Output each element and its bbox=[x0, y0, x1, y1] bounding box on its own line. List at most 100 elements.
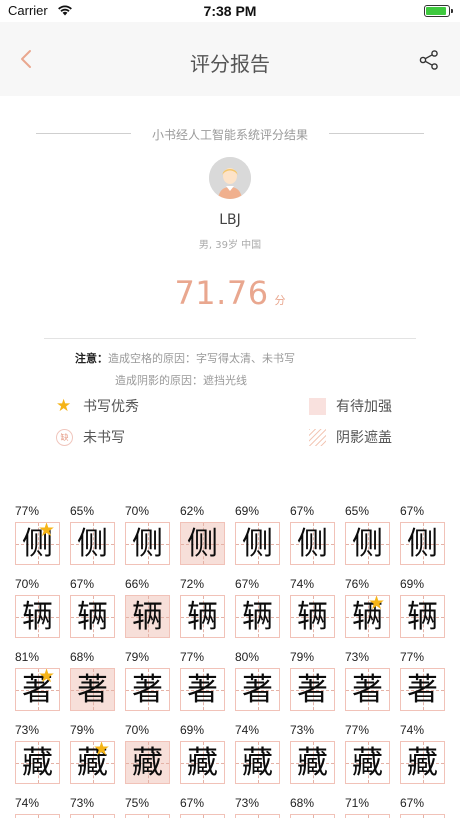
char-cell[interactable]: 67% 侧 bbox=[400, 504, 445, 565]
char-cell[interactable]: 66% 辆 bbox=[125, 577, 170, 638]
char-cell[interactable]: 73% 著 bbox=[345, 650, 390, 711]
report-subtitle-row: 小书经人工智能系统评分结果 bbox=[36, 126, 424, 142]
legend-missing-label: 未书写 bbox=[83, 430, 125, 446]
char-score: 74% bbox=[15, 796, 40, 810]
char-box: 藏 bbox=[345, 741, 390, 784]
char-box bbox=[345, 814, 390, 818]
char-box: 辆 bbox=[235, 595, 280, 638]
char-cell[interactable]: 69% 藏 bbox=[180, 723, 225, 784]
char-cell[interactable]: 81% 著 ★ bbox=[15, 650, 60, 711]
char-score: 73% bbox=[235, 796, 260, 810]
char-cell[interactable]: 79% 藏 ★ bbox=[70, 723, 115, 784]
handwritten-character: 藏 bbox=[297, 745, 328, 781]
char-box: 藏 ★ bbox=[70, 741, 115, 784]
handwritten-character: 著 bbox=[77, 672, 108, 708]
char-cell[interactable]: 65% 侧 bbox=[70, 504, 115, 565]
char-cell[interactable]: 65% 侧 bbox=[345, 504, 390, 565]
char-cell[interactable]: 70% 辆 bbox=[15, 577, 60, 638]
char-cell[interactable]: 67% 辆 bbox=[235, 577, 280, 638]
char-cell[interactable]: 80% 著 bbox=[235, 650, 280, 711]
char-cell[interactable]: 74% 藏 bbox=[235, 723, 280, 784]
char-cell[interactable]: 69% 辆 bbox=[400, 577, 445, 638]
share-icon[interactable] bbox=[418, 49, 440, 71]
char-score: 69% bbox=[235, 504, 260, 518]
char-cell[interactable]: 73% bbox=[70, 796, 115, 818]
char-box: 侧 bbox=[290, 522, 335, 565]
star-icon: ★ bbox=[92, 741, 110, 760]
user-meta: 男, 39岁 中国 bbox=[198, 240, 262, 251]
handwritten-character: 侧 bbox=[352, 526, 383, 562]
char-cell[interactable]: 71% bbox=[345, 796, 390, 818]
char-cell[interactable]: 74% 辆 bbox=[290, 577, 335, 638]
handwritten-character: 藏 bbox=[22, 745, 53, 781]
handwritten-character: 侧 bbox=[242, 526, 273, 562]
char-cell[interactable]: 73% bbox=[235, 796, 280, 818]
char-cell[interactable]: 79% 著 bbox=[290, 650, 335, 711]
char-cell[interactable]: 75% bbox=[125, 796, 170, 818]
char-score: 66% bbox=[125, 577, 150, 591]
user-name: LBJ bbox=[219, 212, 241, 228]
star-icon: ★ bbox=[56, 395, 72, 416]
char-score: 75% bbox=[125, 796, 150, 810]
char-cell[interactable]: 69% 侧 bbox=[235, 504, 280, 565]
char-cell[interactable]: 77% 藏 bbox=[345, 723, 390, 784]
char-score: 70% bbox=[125, 723, 150, 737]
star-icon: ★ bbox=[37, 668, 55, 687]
char-cell[interactable]: 79% 著 bbox=[125, 650, 170, 711]
char-cell[interactable]: 70% 藏 bbox=[125, 723, 170, 784]
char-cell[interactable]: 67% 侧 bbox=[290, 504, 335, 565]
char-box: 藏 bbox=[400, 741, 445, 784]
char-cell[interactable]: 76% 辆 ★ bbox=[345, 577, 390, 638]
char-cell[interactable]: 73% 藏 bbox=[15, 723, 60, 784]
handwritten-character: 侧 bbox=[297, 526, 328, 562]
char-score: 73% bbox=[345, 650, 370, 664]
char-box: 著 ★ bbox=[15, 668, 60, 711]
shadow-hatch-icon bbox=[309, 428, 326, 446]
legend-needs-improve-label: 有待加强 bbox=[336, 399, 392, 415]
char-score: 67% bbox=[70, 577, 95, 591]
char-cell[interactable]: 77% 著 bbox=[400, 650, 445, 711]
handwritten-character: 辆 bbox=[77, 599, 108, 635]
char-cell[interactable]: 68% bbox=[290, 796, 335, 818]
char-cell[interactable]: 62% 侧 bbox=[180, 504, 225, 565]
legend-shadow-label: 阴影遮盖 bbox=[336, 430, 392, 446]
char-box bbox=[180, 814, 225, 818]
char-score: 65% bbox=[70, 504, 95, 518]
char-cell[interactable]: 67% bbox=[400, 796, 445, 818]
char-score: 73% bbox=[290, 723, 315, 737]
char-score: 74% bbox=[400, 723, 425, 737]
note-label: 注意： bbox=[75, 352, 108, 365]
char-score: 67% bbox=[180, 796, 205, 810]
char-cell[interactable]: 77% 著 bbox=[180, 650, 225, 711]
char-box: 辆 bbox=[400, 595, 445, 638]
char-box: 著 bbox=[290, 668, 335, 711]
char-box: 藏 bbox=[15, 741, 60, 784]
handwritten-character: 藏 bbox=[132, 745, 163, 781]
char-cell[interactable]: 72% 辆 bbox=[180, 577, 225, 638]
page-title: 评分报告 bbox=[190, 52, 270, 76]
char-box: 辆 bbox=[70, 595, 115, 638]
char-cell[interactable]: 74% bbox=[15, 796, 60, 818]
char-cell[interactable]: 68% 著 bbox=[70, 650, 115, 711]
char-score: 69% bbox=[180, 723, 205, 737]
char-cell[interactable]: 67% bbox=[180, 796, 225, 818]
char-score: 77% bbox=[400, 650, 425, 664]
char-box: 著 bbox=[235, 668, 280, 711]
char-score: 73% bbox=[70, 796, 95, 810]
char-cell[interactable]: 70% 侧 bbox=[125, 504, 170, 565]
char-box bbox=[125, 814, 170, 818]
char-cell[interactable]: 73% 藏 bbox=[290, 723, 335, 784]
char-box: 侧 bbox=[235, 522, 280, 565]
char-box: 侧 ★ bbox=[15, 522, 60, 565]
char-box: 侧 bbox=[70, 522, 115, 565]
char-cell[interactable]: 67% 辆 bbox=[70, 577, 115, 638]
char-score: 67% bbox=[400, 504, 425, 518]
char-cell[interactable]: 77% 侧 ★ bbox=[15, 504, 60, 565]
char-box: 藏 bbox=[290, 741, 335, 784]
char-score: 79% bbox=[70, 723, 95, 737]
note-text-1: 造成空格的原因：字写得太清、未书写 bbox=[108, 352, 295, 365]
char-box bbox=[70, 814, 115, 818]
char-cell[interactable]: 74% 藏 bbox=[400, 723, 445, 784]
score-unit: 分 bbox=[274, 294, 286, 307]
handwritten-character: 侧 bbox=[407, 526, 438, 562]
